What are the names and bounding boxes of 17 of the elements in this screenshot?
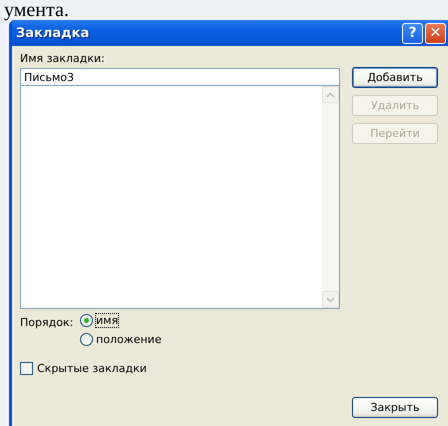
checkbox-label[interactable]: Скрытые закладки <box>37 362 147 375</box>
radio-label[interactable]: положение <box>96 333 162 346</box>
sort-label: Порядок: <box>20 315 74 331</box>
radio-button[interactable] <box>80 333 93 346</box>
dialog-button[interactable]: Добавить <box>352 67 438 88</box>
radio-button[interactable] <box>80 314 93 327</box>
checkbox[interactable] <box>20 362 33 375</box>
window-title: Закладка <box>16 26 90 40</box>
chevron-down-icon <box>326 296 335 302</box>
close-dialog-button[interactable]: Закрыть <box>352 397 438 418</box>
field-label: Имя закладки: <box>20 52 106 65</box>
bookmark-name-field[interactable]: Письмо3 <box>20 68 340 86</box>
chevron-up-icon <box>326 92 335 98</box>
help-button[interactable]: ? <box>402 22 423 44</box>
document-text: умента. <box>3 0 70 20</box>
radio-label[interactable]: имя <box>96 314 118 327</box>
close-button[interactable]: ✕ <box>425 22 446 44</box>
